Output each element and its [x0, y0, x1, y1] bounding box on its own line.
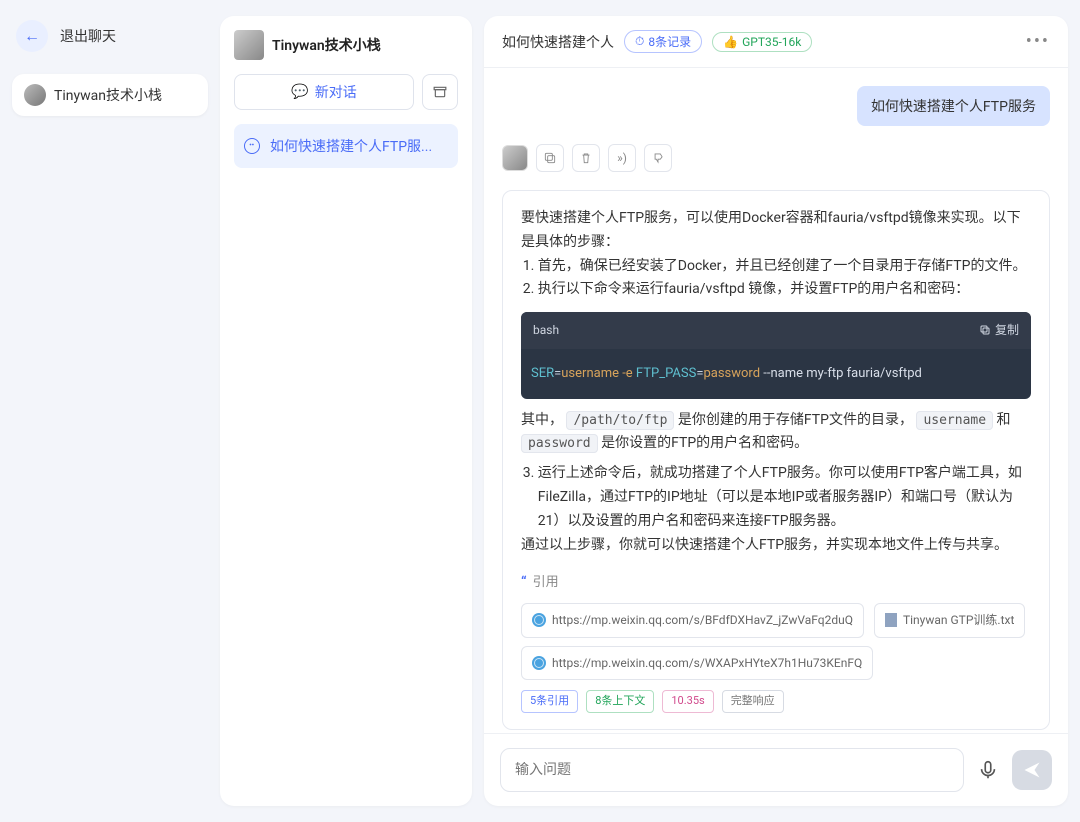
- chat-input-bar: [484, 733, 1068, 806]
- new-chat-button[interactable]: 💬 新对话: [234, 74, 414, 110]
- panel-title: Tinywan技术小栈: [272, 35, 381, 55]
- panel-header: Tinywan技术小栈: [234, 30, 458, 60]
- answer-step-2: 执行以下命令来运行fauria/vsftpd 镜像，并设置FTP的用户名和密码：: [538, 278, 1031, 302]
- exit-chat-label: 退出聊天: [60, 26, 116, 46]
- code-copy-button[interactable]: 复制: [979, 320, 1019, 340]
- file-icon: [885, 613, 897, 627]
- assistant-avatar: [502, 145, 528, 171]
- answer-conclusion: 通过以上步骤，你就可以快速搭建个人FTP服务，并实现本地文件上传与共享。: [521, 534, 1031, 558]
- left-sidebar: ← 退出聊天 Tinywan技术小栈: [0, 0, 220, 822]
- meta-status: 完整响应: [722, 690, 784, 713]
- more-menu-icon[interactable]: •••: [1026, 31, 1050, 52]
- answer-step-1: 首先，确保已经安装了Docker，并且已经创建了一个目录用于存储FTP的文件。: [538, 255, 1031, 279]
- user-message-bubble: 如何快速搭建个人FTP服务: [857, 86, 1050, 126]
- message-actions: »): [502, 144, 1050, 172]
- code-lang: bash: [533, 320, 559, 340]
- meta-latency: 10.35s: [662, 690, 713, 713]
- new-chat-label: 新对话: [315, 82, 357, 102]
- reference-chip[interactable]: https://mp.weixin.qq.com/s/WXAPxHYteX7h1…: [521, 646, 873, 680]
- references-row-2: https://mp.weixin.qq.com/s/WXAPxHYteX7h1…: [521, 646, 1031, 680]
- reference-text: https://mp.weixin.qq.com/s/WXAPxHYteX7h1…: [552, 653, 862, 673]
- meta-refs: 5条引用: [521, 690, 578, 713]
- globe-icon: [532, 613, 546, 627]
- chat-body: 如何快速搭建个人FTP服务 ») 要快速搭建个人FTP服务，可以使用Docker…: [484, 68, 1068, 733]
- references-row-1: https://mp.weixin.qq.com/s/BFdfDXHavZ_jZ…: [521, 603, 1031, 637]
- model-pill[interactable]: 👍 GPT35-16k: [712, 32, 812, 52]
- model-pill-label: GPT35-16k: [742, 35, 801, 49]
- thumbs-up-icon: 👍: [723, 35, 738, 49]
- exit-chat-row[interactable]: ← 退出聊天: [12, 12, 208, 60]
- chat-main: 如何快速搭建个人 ⏱ 8条记录 👍 GPT35-16k ••• 如何快速搭建个人…: [484, 16, 1068, 806]
- path-code: /path/to/ftp: [566, 411, 674, 430]
- answer-intro: 要快速搭建个人FTP服务，可以使用Docker容器和fauria/vsftpd镜…: [521, 207, 1031, 255]
- sound-icon: »): [617, 151, 627, 165]
- send-button[interactable]: [1012, 750, 1052, 790]
- copy-button[interactable]: [536, 144, 564, 172]
- chat-header: 如何快速搭建个人 ⏱ 8条记录 👍 GPT35-16k •••: [484, 16, 1068, 68]
- delete-button[interactable]: [572, 144, 600, 172]
- password-code: password: [521, 434, 598, 453]
- workspace-item[interactable]: Tinywan技术小栈: [12, 74, 208, 116]
- records-pill-label: 8条记录: [648, 33, 691, 50]
- dislike-button[interactable]: [644, 144, 672, 172]
- workspace-avatar: [24, 84, 46, 106]
- chat-input[interactable]: [515, 762, 949, 778]
- conversation-label: 如何快速搭建个人FTP服...: [270, 136, 432, 156]
- meta-context: 8条上下文: [586, 690, 654, 713]
- references-label: 引用: [533, 572, 559, 594]
- workspace-name: Tinywan技术小栈: [54, 85, 162, 105]
- chat-title: 如何快速搭建个人: [502, 32, 614, 52]
- chat-icon: 💬: [291, 84, 308, 100]
- globe-icon: [532, 656, 546, 670]
- reference-text: Tinywan GTP训练.txt: [903, 610, 1014, 630]
- answer-steps: 首先，确保已经安装了Docker，并且已经创建了一个目录用于存储FTP的文件。 …: [521, 255, 1031, 303]
- answer-steps-cont: 运行上述命令后，就成功搭建了个人FTP服务。你可以使用FTP客户端工具，如Fil…: [521, 462, 1031, 533]
- assistant-message: 要快速搭建个人FTP服务，可以使用Docker容器和fauria/vsftpd镜…: [502, 190, 1050, 730]
- answer-step-3: 运行上述命令后，就成功搭建了个人FTP服务。你可以使用FTP客户端工具，如Fil…: [538, 462, 1031, 533]
- code-block: bash 复制 SER=username -e FTP_PASS=passwor…: [521, 312, 1031, 398]
- back-icon[interactable]: ←: [16, 20, 48, 52]
- answer-para2: 其中， /path/to/ftp 是你创建的用于存储FTP文件的目录， user…: [521, 409, 1031, 457]
- user-message-row: 如何快速搭建个人FTP服务: [502, 86, 1050, 126]
- reference-text: https://mp.weixin.qq.com/s/BFdfDXHavZ_jZ…: [552, 610, 853, 630]
- archive-button[interactable]: [422, 74, 458, 110]
- conversation-item-active[interactable]: 如何快速搭建个人FTP服...: [234, 124, 458, 168]
- code-body[interactable]: SER=username -e FTP_PASS=password --name…: [521, 349, 1031, 399]
- answer-meta: 5条引用 8条上下文 10.35s 完整响应: [521, 690, 1031, 713]
- reference-chip[interactable]: https://mp.weixin.qq.com/s/BFdfDXHavZ_jZ…: [521, 603, 864, 637]
- panel-avatar: [234, 30, 264, 60]
- new-chat-row: 💬 新对话: [234, 74, 458, 110]
- code-header: bash 复制: [521, 312, 1031, 348]
- quote-icon: “: [521, 571, 527, 595]
- mic-button[interactable]: [974, 756, 1002, 784]
- username-code: username: [916, 411, 993, 430]
- audio-button[interactable]: »): [608, 144, 636, 172]
- references-heading: “ 引用: [521, 571, 1031, 595]
- chat-input-wrap[interactable]: [500, 748, 964, 792]
- clock-icon: ⏱: [635, 34, 644, 49]
- conversation-panel: Tinywan技术小栈 💬 新对话 如何快速搭建个人FTP服...: [220, 16, 472, 806]
- chat-bubble-icon: [244, 138, 260, 154]
- reference-chip[interactable]: Tinywan GTP训练.txt: [874, 603, 1025, 637]
- code-copy-label: 复制: [995, 320, 1019, 340]
- records-pill[interactable]: ⏱ 8条记录: [624, 30, 702, 53]
